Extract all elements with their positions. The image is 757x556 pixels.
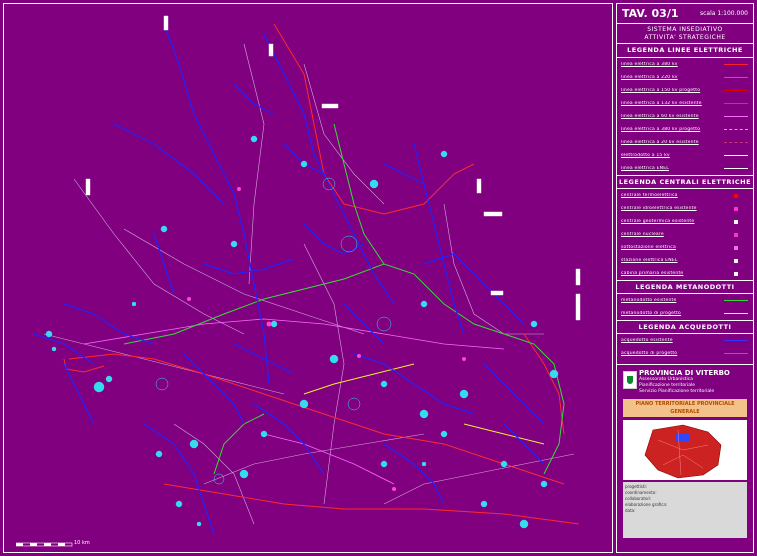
legend-item-label: elettrodotto a 15 kv <box>621 153 670 158</box>
power-plants <box>187 187 466 491</box>
legend-symbol-icon <box>723 257 749 265</box>
legend-symbol-icon <box>723 152 749 160</box>
power-lines <box>63 23 580 525</box>
credits-box: progettisti: coordinamento: collaboratori:… <box>623 482 747 538</box>
scale-bar-label: 10 km <box>74 540 90 546</box>
legend-item: centrale idroelettrica esistente <box>617 202 753 215</box>
legend-item-label: linea elettrica a 220 kv <box>621 75 678 80</box>
legend-item: sottostazione elettrica <box>617 241 753 254</box>
legend-item-label: acquedotto esistente <box>621 338 673 343</box>
plan-banner: PIANO TERRITORIALE PROVINCIALE GENERALE <box>623 399 747 417</box>
legend-item: linea elettrica a 380 kv progetto <box>617 123 753 136</box>
map-scale: scala 1:100.000 <box>699 10 748 17</box>
legend-item-label: metanodotto esistente <box>621 298 677 303</box>
legend-symbol-icon <box>723 87 749 95</box>
legend-item: linea elettrica ENEL <box>617 162 753 175</box>
legend-lines-list: linea elettrica a 380 kv linea elettrica … <box>617 58 753 175</box>
legend-item-label: centrale termoelettrica <box>621 193 678 198</box>
sheet-subtitle: SISTEMA INSEDIATIVO ATTIVITA' STRATEGICH… <box>617 24 753 44</box>
map-label-blocks <box>85 15 581 321</box>
legend-item: acquedotto di progetto <box>617 347 753 360</box>
province-name: PROVINCIA DI VITERBO <box>639 369 730 377</box>
legend-item-label: linea elettrica a 20 kv esistente <box>621 140 699 145</box>
legend-item: metanodotto di progetto <box>617 307 753 320</box>
legend-item-label: metanodotto di progetto <box>621 311 682 316</box>
legend-symbol-icon <box>723 244 749 252</box>
legend-symbol-icon <box>723 61 749 69</box>
credit-line: data: <box>625 508 636 513</box>
legend-item-label: linea elettrica a 150 kv progetto <box>621 88 701 93</box>
legend-item-label: centrale nucleare <box>621 232 664 237</box>
lakes-settlements <box>45 135 559 529</box>
legend-gas-list: metanodotto esistente metanodotto di prog… <box>617 294 753 320</box>
subtitle-line2: ATTIVITA' STRATEGICHE <box>644 34 726 41</box>
legend-item: linea elettrica a 60 kv esistente <box>617 110 753 123</box>
legend-symbol-icon <box>723 297 749 305</box>
legend-item-label: centrale geotermica esistente <box>621 219 695 224</box>
legend-item: linea elettrica a 380 kv <box>617 58 753 71</box>
legend-item-label: linea elettrica ENEL <box>621 166 669 171</box>
legend-symbol-icon <box>723 231 749 239</box>
legend-item-label: linea elettrica a 60 kv esistente <box>621 114 699 119</box>
legend-water-heading: LEGENDA ACQUEDOTTI <box>617 320 753 334</box>
legend-item: centrale geotermica esistente <box>617 215 753 228</box>
province-crest-icon <box>623 371 637 389</box>
water-network <box>33 23 545 535</box>
legend-item-label: sottostazione elettrica <box>621 245 676 250</box>
legend-centrals-heading: LEGENDA CENTRALI ELETTRICHE <box>617 175 753 189</box>
gas-pipeline-project <box>303 363 545 445</box>
legend-item: metanodotto esistente <box>617 294 753 307</box>
legend-item: acquedotto esistente <box>617 334 753 347</box>
legend-symbol-icon <box>723 270 749 278</box>
sheet-number: TAV. 03/1 <box>622 7 679 20</box>
legend-symbol-icon <box>723 100 749 108</box>
map-frame[interactable]: 10 km <box>3 3 613 553</box>
legend-item: centrale termoelettrica <box>617 189 753 202</box>
territory-map[interactable] <box>4 4 613 553</box>
legend-panel: TAV. 03/1 scala 1:100.000 SISTEMA INSEDI… <box>616 3 754 553</box>
legend-item-label: centrale idroelettrica esistente <box>621 206 697 211</box>
legend-symbol-icon <box>723 165 749 173</box>
legend-symbol-icon <box>723 139 749 147</box>
province-outline <box>644 424 722 479</box>
legend-item: linea elettrica a 132 kv esistente <box>617 97 753 110</box>
legend-item: cabina primaria esistente <box>617 267 753 280</box>
legend-symbol-icon <box>723 192 749 200</box>
legend-gas-heading: LEGENDA METANODOTTI <box>617 280 753 294</box>
legend-symbol-icon <box>723 350 749 358</box>
legend-symbol-icon <box>723 218 749 226</box>
title-row: TAV. 03/1 scala 1:100.000 <box>617 4 753 24</box>
legend-symbol-icon <box>723 126 749 134</box>
legend-symbol-icon <box>723 113 749 121</box>
province-line3: Servizio Pianificazione territoriale <box>639 389 715 394</box>
locator-highlight <box>675 434 689 442</box>
legend-water-list: acquedotto esistente acquedotto di proget… <box>617 334 753 360</box>
province-box: PROVINCIA DI VITERBO Assessorato Urbanis… <box>617 364 753 552</box>
legend-item: stazione elettrica ENEL <box>617 254 753 267</box>
legend-item-label: linea elettrica a 380 kv progetto <box>621 127 701 132</box>
legend-centrals-list: centrale termoelettrica centrale idroelet… <box>617 189 753 280</box>
legend-symbol-icon <box>723 205 749 213</box>
scale-bar: 10 km <box>15 534 106 552</box>
legend-item: elettrodotto a 15 kv <box>617 149 753 162</box>
locator-minimap <box>623 420 747 480</box>
legend-symbol-icon <box>723 310 749 318</box>
legend-item: linea elettrica a 150 kv progetto <box>617 84 753 97</box>
legend-item: linea elettrica a 220 kv <box>617 71 753 84</box>
legend-item-label: linea elettrica a 380 kv <box>621 62 678 67</box>
legend-item-label: cabina primaria esistente <box>621 271 684 276</box>
legend-item: linea elettrica a 20 kv esistente <box>617 136 753 149</box>
legend-item: centrale nucleare <box>617 228 753 241</box>
legend-symbol-icon <box>723 337 749 345</box>
subtitle-line1: SISTEMA INSEDIATIVO <box>647 26 723 33</box>
legend-item-label: linea elettrica a 132 kv esistente <box>621 101 702 106</box>
legend-item-label: stazione elettrica ENEL <box>621 258 678 263</box>
legend-symbol-icon <box>723 74 749 82</box>
legend-lines-heading: LEGENDA LINEE ELETTRICHE <box>617 44 753 58</box>
legend-item-label: acquedotto di progetto <box>621 351 678 356</box>
